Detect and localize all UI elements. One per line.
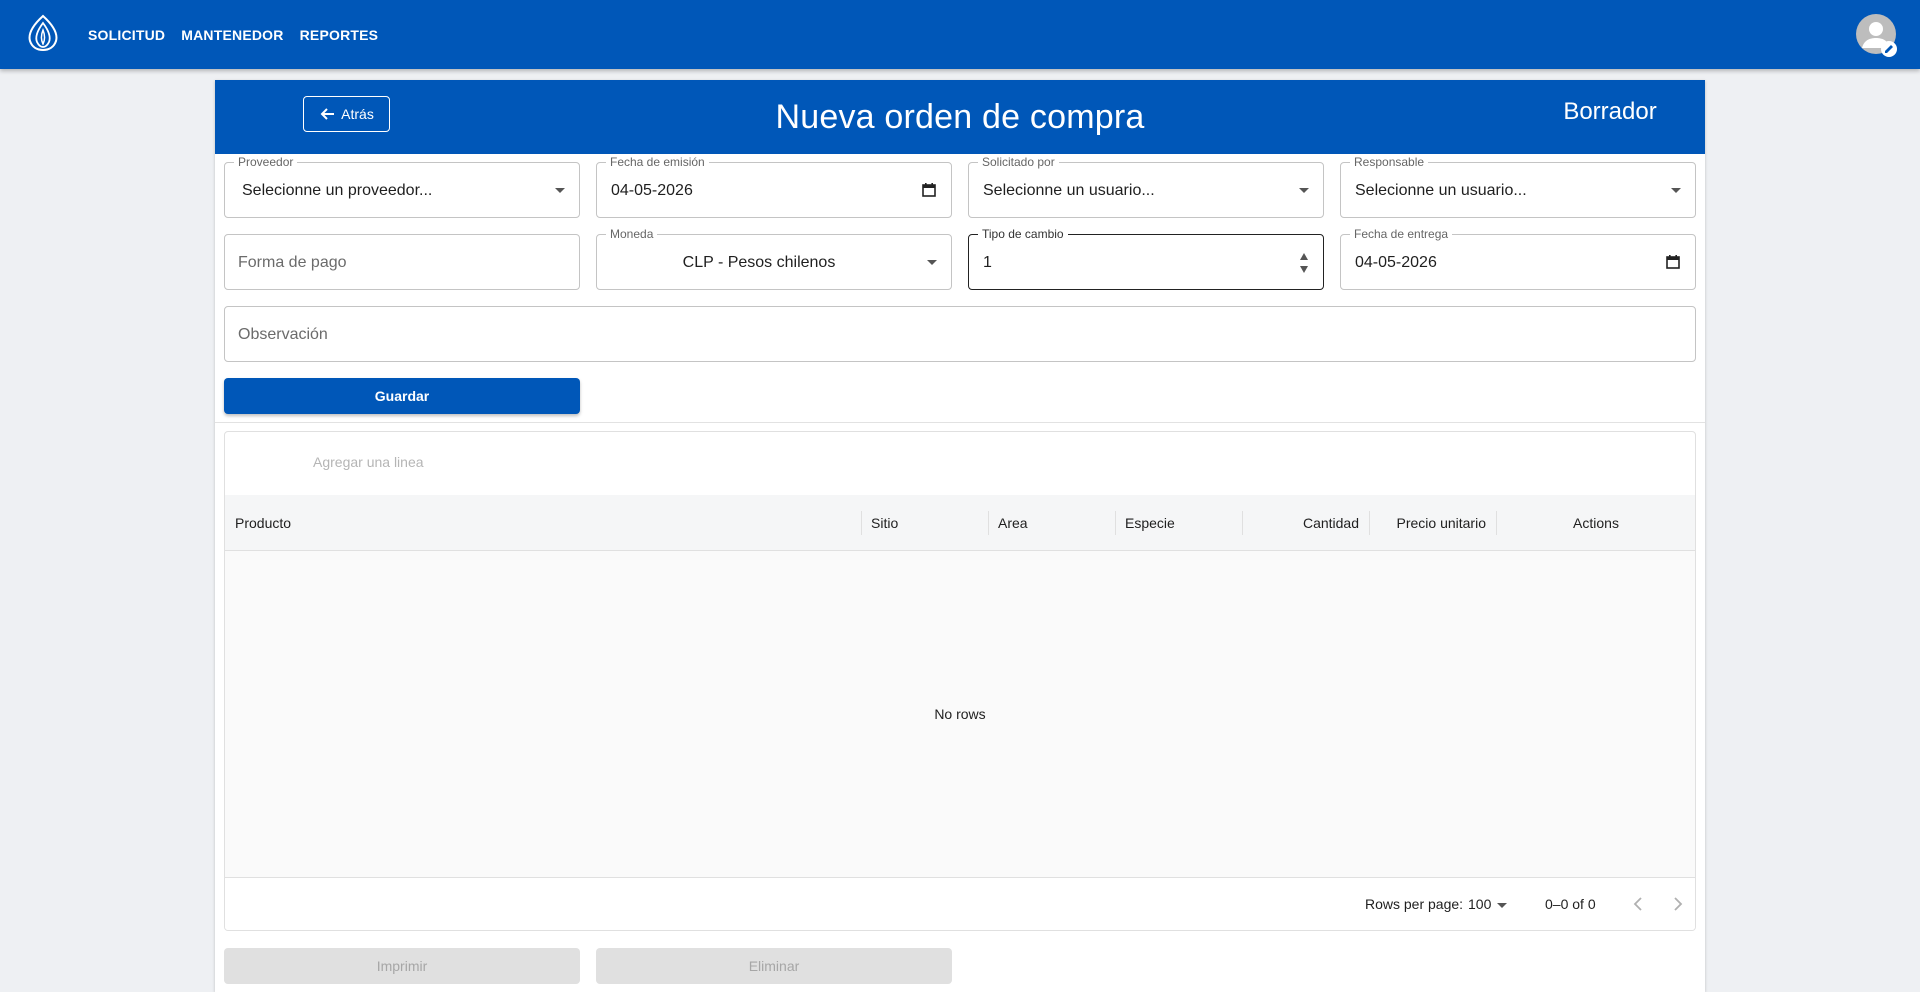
arrow-left-icon [320,108,335,120]
moneda-value: CLP - Pesos chilenos [682,254,836,271]
column-header-producto[interactable]: Producto [235,495,291,551]
nav-reportes[interactable]: REPORTES [300,27,379,43]
observacion-input[interactable]: Observación [224,306,1696,362]
chevron-down-icon [927,260,937,265]
chevron-right-icon [1674,897,1683,911]
tipo-cambio-value: 1 [983,254,992,271]
calendar-icon[interactable] [1665,254,1681,270]
grid-body: No rows [225,551,1695,877]
order-lines-grid: Agregar una linea Producto Sitio Area Es… [224,431,1696,931]
fecha-entrega-value: 04-05-2026 [1355,254,1437,271]
top-app-bar: SOLICITUD MANTENEDOR REPORTES [0,0,1920,69]
back-button[interactable]: Atrás [303,96,390,132]
add-line-button[interactable]: Agregar una linea [313,454,424,470]
back-button-label: Atrás [341,106,374,122]
rows-per-page-label: Rows per page: [1365,896,1464,912]
fecha-emision-field[interactable]: Fecha de emisión 04-05-2026 [596,155,952,218]
purchase-order-card: Nueva orden de compra Atrás Borrador Pro… [215,80,1705,992]
column-header-actions: Actions [1573,515,1619,531]
forma-pago-input[interactable]: Forma de pago [224,234,580,290]
tipo-cambio-input[interactable]: Tipo de cambio 1 [968,227,1324,290]
column-header-cantidad[interactable]: Cantidad [1252,495,1359,551]
forma-pago-placeholder: Forma de pago [238,254,347,271]
column-header-especie[interactable]: Especie [1125,495,1175,551]
empty-state-text: No rows [934,706,986,722]
solicitado-por-select[interactable]: Solicitado por Selecionne un usuario... [968,155,1324,218]
proveedor-value: Selecionne un proveedor... [242,182,433,199]
observacion-placeholder: Observación [238,326,328,343]
column-separator[interactable] [1242,511,1243,535]
chevron-left-icon [1633,897,1642,911]
app-logo-icon[interactable] [26,14,60,52]
nav-solicitud[interactable]: SOLICITUD [88,27,165,43]
previous-page-button[interactable] [1628,892,1648,916]
card-header: Nueva orden de compra Atrás Borrador [215,80,1705,154]
grid-pagination: Rows per page: 100 0–0 of 0 [225,877,1695,930]
save-button[interactable]: Guardar [224,378,580,414]
page-info: 0–0 of 0 [1545,896,1596,912]
chevron-down-icon[interactable] [1497,903,1507,908]
edit-avatar-icon[interactable] [1881,41,1897,57]
print-button[interactable]: Imprimir [224,948,580,984]
column-separator[interactable] [1369,511,1370,535]
column-separator[interactable] [861,511,862,535]
solicitado-por-value: Selecionne un usuario... [983,182,1155,199]
main-nav: SOLICITUD MANTENEDOR REPORTES [88,0,378,69]
column-header-sitio[interactable]: Sitio [871,495,898,551]
status-label: Borrador [1563,98,1657,125]
proveedor-select[interactable]: Proveedor Selecionne un proveedor... [224,155,580,218]
grid-header: Producto Sitio Area Especie Cantidad Pre… [225,495,1695,551]
divider [215,422,1705,423]
responsable-select[interactable]: Responsable Selecionne un usuario... [1340,155,1696,218]
delete-button[interactable]: Eliminar [596,948,952,984]
nav-mantenedor[interactable]: MANTENEDOR [181,27,283,43]
next-page-button[interactable] [1668,892,1688,916]
calendar-icon[interactable] [921,182,937,198]
number-spinner-icon[interactable] [1299,250,1309,276]
chevron-down-icon [1671,188,1681,193]
chevron-down-icon [1299,188,1309,193]
column-header-precio-unitario[interactable]: Precio unitario [1379,495,1487,551]
fecha-entrega-field[interactable]: Fecha de entrega 04-05-2026 [1340,227,1696,290]
column-separator[interactable] [1115,511,1116,535]
page-title: Nueva orden de compra [775,98,1145,136]
chevron-down-icon [555,188,565,193]
column-separator[interactable] [988,511,989,535]
moneda-select[interactable]: Moneda CLP - Pesos chilenos [596,227,952,290]
rows-per-page-select[interactable]: 100 [1468,896,1491,912]
fecha-emision-value: 04-05-2026 [611,182,693,199]
grid-toolbar: Agregar una linea [225,432,1695,495]
responsable-value: Selecionne un usuario... [1355,182,1527,199]
column-header-area[interactable]: Area [998,495,1028,551]
